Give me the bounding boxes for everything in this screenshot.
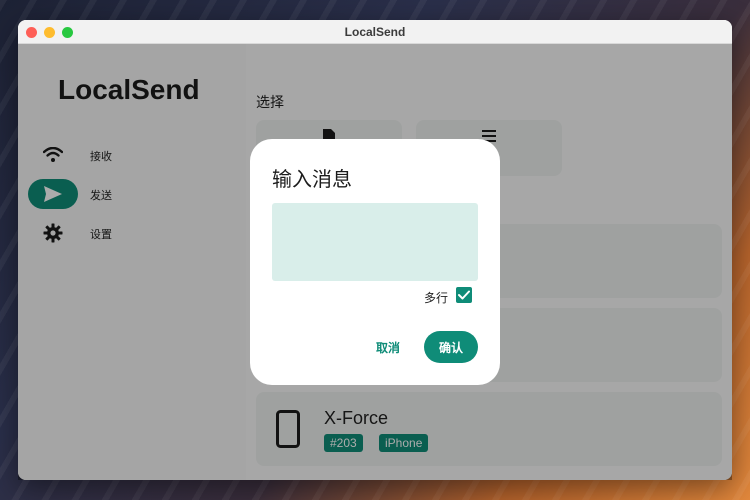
window-title: LocalSend xyxy=(344,25,406,39)
input-message-dialog: 输入消息 多行 取消 确认 xyxy=(250,139,500,385)
multiline-label: 多行 xyxy=(424,291,449,305)
multiline-checkbox[interactable] xyxy=(456,287,472,303)
confirm-button[interactable]: 确认 xyxy=(424,331,478,363)
title-bar: LocalSend xyxy=(18,20,732,44)
check-icon xyxy=(458,290,470,300)
cancel-button[interactable]: 取消 xyxy=(366,333,410,362)
message-input[interactable] xyxy=(272,203,478,281)
dialog-title: 输入消息 xyxy=(272,169,352,191)
